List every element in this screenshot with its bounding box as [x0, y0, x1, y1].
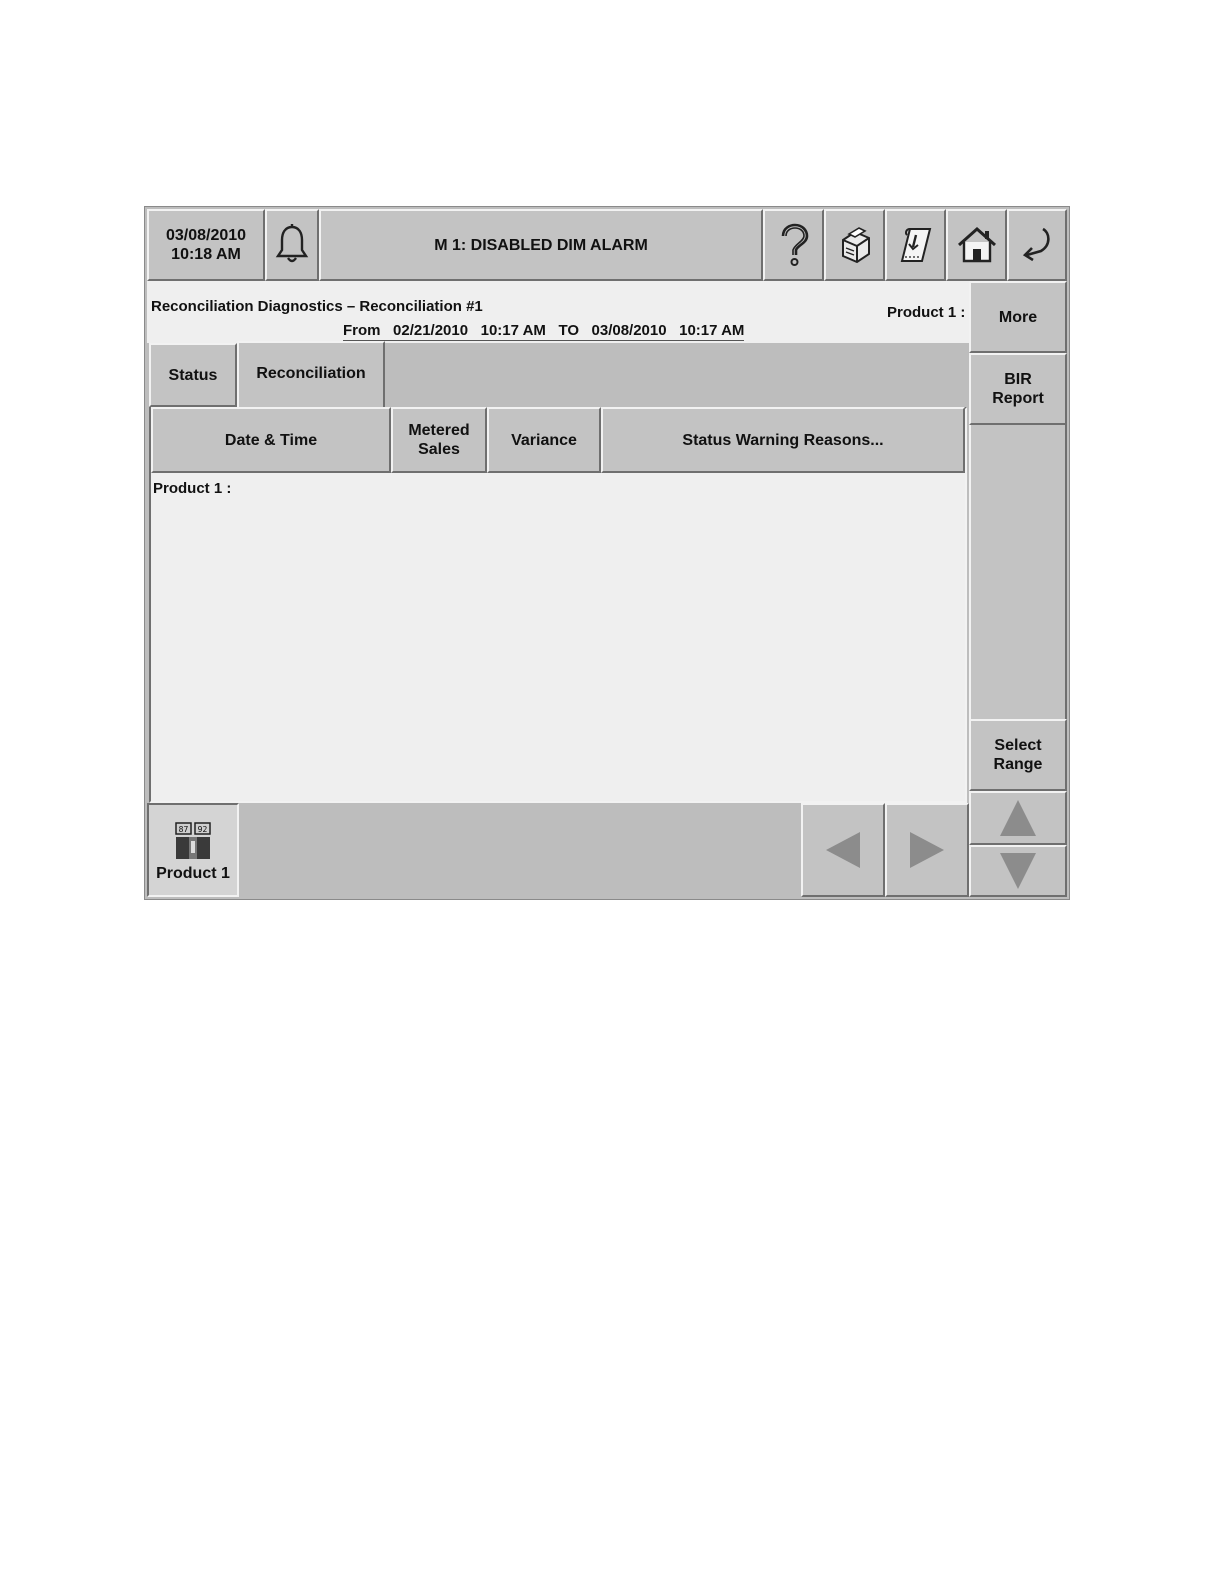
tab-status-label: Status	[168, 366, 218, 384]
product-summary-label: Product 1 :	[887, 304, 966, 321]
home-button[interactable]	[946, 209, 1007, 281]
select-range-button[interactable]: Select Range	[969, 719, 1067, 791]
column-header-variance[interactable]: Variance	[487, 407, 601, 473]
select-label-line1: Select	[994, 737, 1042, 754]
to-date: 03/08/2010	[591, 322, 667, 339]
receipt-icon	[900, 228, 931, 262]
printer-icon	[841, 227, 870, 264]
tab-reconciliation[interactable]: Reconciliation	[237, 341, 385, 409]
print-button[interactable]	[824, 209, 885, 281]
scroll-up-button[interactable]	[969, 791, 1067, 845]
tab-reconciliation-label: Reconciliation	[256, 364, 366, 382]
fuel-dispenser-icon: 87 92	[175, 821, 211, 859]
date-time-header-label: Date & Time	[224, 431, 318, 449]
more-button[interactable]: More	[969, 281, 1067, 353]
scroll-left-button[interactable]	[801, 803, 885, 897]
report-info-bar: Reconciliation Diagnostics – Reconciliat…	[147, 281, 969, 343]
alarm-message: M 1: DISABLED DIM ALARM	[434, 236, 648, 254]
bir-report-button[interactable]: BIR Report	[969, 353, 1067, 425]
arrow-right-icon	[910, 832, 944, 868]
alarm-message-bar[interactable]: M 1: DISABLED DIM ALARM	[319, 209, 763, 281]
current-time: 10:18 AM	[171, 246, 241, 263]
arrow-up-icon	[1000, 800, 1036, 836]
product-group-label: Product 1 :	[153, 480, 232, 497]
product-1-button[interactable]: 87 92 Product 1	[147, 803, 239, 897]
select-label-line2: Range	[993, 756, 1043, 773]
arrow-left-icon	[826, 832, 860, 868]
home-icon	[957, 226, 996, 263]
scroll-down-button[interactable]	[969, 845, 1067, 897]
alarm-bell-button[interactable]	[265, 209, 319, 281]
from-time: 10:17 AM	[480, 322, 546, 339]
back-icon	[1022, 227, 1050, 262]
from-label: From	[343, 322, 381, 339]
current-date: 03/08/2010	[165, 227, 247, 244]
metered-header-line1: Metered	[408, 422, 470, 439]
from-date: 02/21/2010	[393, 322, 469, 339]
datetime-display: 03/08/2010 10:18 AM	[147, 209, 265, 281]
sidebar-spacer	[969, 425, 1067, 719]
grade-92-label: 92	[198, 825, 208, 834]
bell-icon	[275, 224, 309, 263]
column-header-metered-sales[interactable]: Metered Sales	[391, 407, 487, 473]
to-label: TO	[558, 322, 579, 339]
to-time: 10:17 AM	[679, 322, 745, 339]
report-title: Reconciliation Diagnostics – Reconciliat…	[151, 298, 483, 315]
product-1-label: Product 1	[156, 864, 230, 882]
tab-status[interactable]: Status	[149, 343, 237, 407]
reasons-header-label: Status Warning Reasons...	[682, 431, 884, 449]
bir-label-line1: BIR	[1004, 371, 1032, 388]
grade-87-label: 87	[179, 825, 189, 834]
back-button[interactable]	[1007, 209, 1067, 281]
help-icon	[781, 223, 808, 266]
metered-header-line2: Sales	[418, 441, 460, 458]
table-body[interactable]: Product 1 :	[151, 473, 963, 799]
scroll-right-button[interactable]	[885, 803, 969, 897]
variance-header-label: Variance	[511, 431, 577, 449]
arrow-down-icon	[1000, 853, 1036, 889]
column-header-status-warning-reasons[interactable]: Status Warning Reasons...	[601, 407, 965, 473]
bir-label-line2: Report	[992, 390, 1044, 407]
date-range: From 02/21/2010 10:17 AM TO 03/08/2010 1…	[343, 321, 745, 341]
more-button-label: More	[998, 308, 1038, 326]
tank-monitor-screen: 03/08/2010 10:18 AM M 1: DISABLED DIM AL…	[144, 206, 1070, 900]
help-button[interactable]	[763, 209, 824, 281]
column-header-date-time[interactable]: Date & Time	[151, 407, 391, 473]
receipt-button[interactable]	[885, 209, 946, 281]
